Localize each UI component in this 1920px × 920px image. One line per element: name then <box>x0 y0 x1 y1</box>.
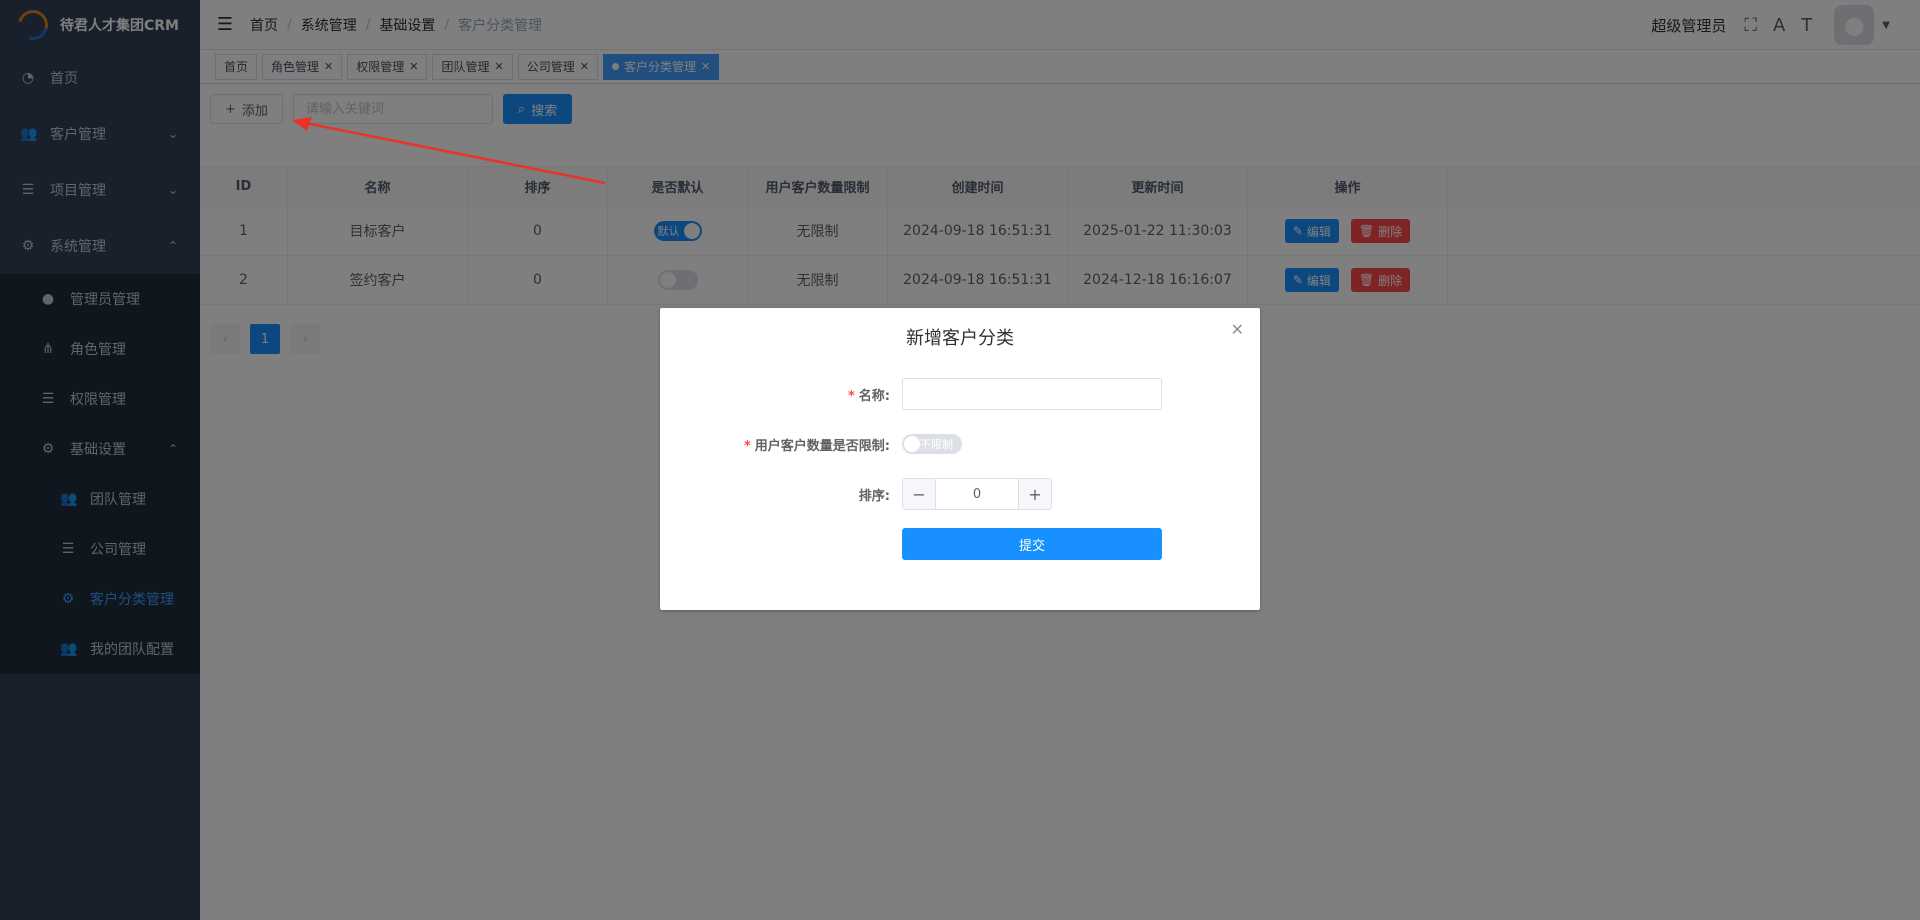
name-input[interactable] <box>902 378 1162 410</box>
limit-switch[interactable]: 不限制 <box>902 434 962 454</box>
form-row-limit: * 用户客户数量是否限制: 不限制 <box>660 428 1260 460</box>
submit-button[interactable]: 提交 <box>902 528 1162 560</box>
sort-value[interactable]: 0 <box>935 479 1019 509</box>
form-row-submit: 提交 <box>660 528 1260 560</box>
form-row-sort: 排序: − 0 + <box>660 478 1260 510</box>
close-icon[interactable]: ✕ <box>1231 320 1244 339</box>
dialog-title: 新增客户分类 <box>906 328 1014 349</box>
minus-icon[interactable]: − <box>903 479 935 509</box>
form-row-name: * 名称: <box>660 378 1260 410</box>
add-category-dialog: 新增客户分类 ✕ * 名称: * 用户客户数量是否限制: 不限制 排序: − 0 +… <box>660 308 1260 610</box>
sort-stepper: − 0 + <box>902 478 1052 510</box>
plus-icon[interactable]: + <box>1019 479 1051 509</box>
